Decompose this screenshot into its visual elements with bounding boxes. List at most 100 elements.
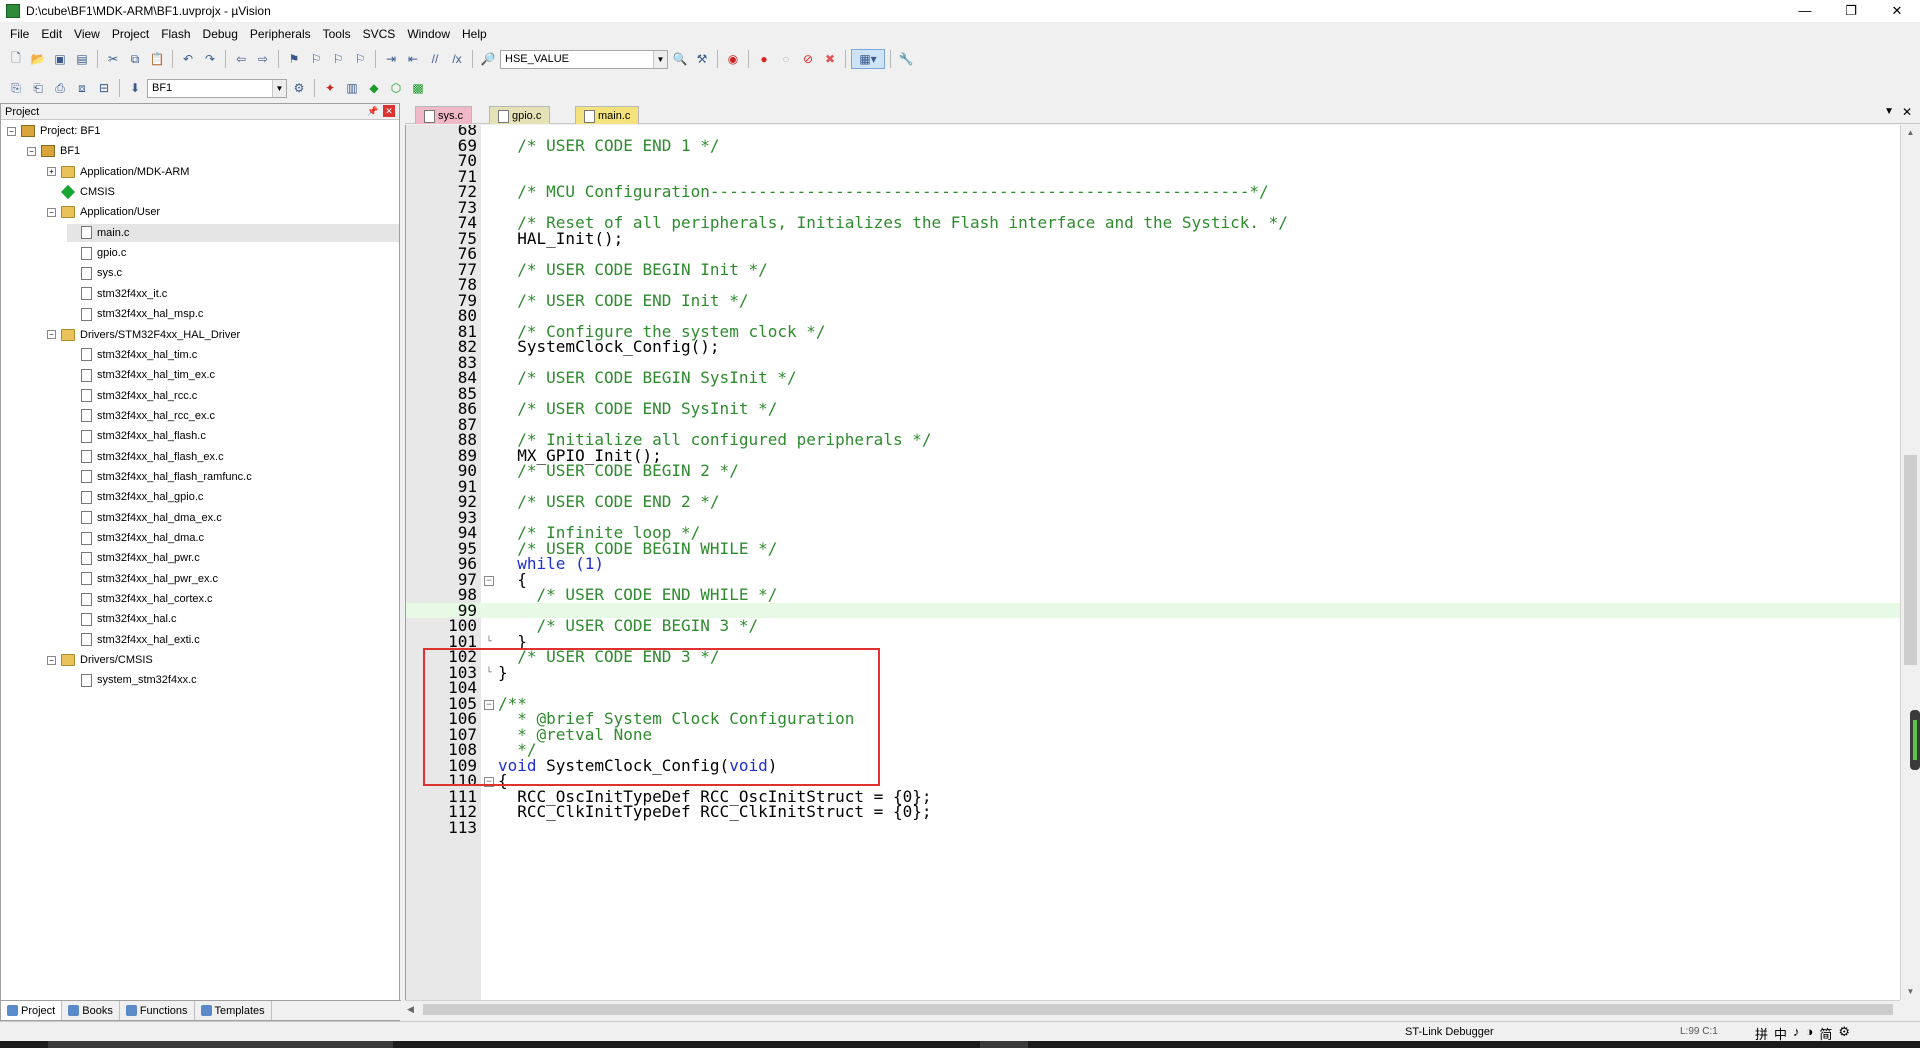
expand-icon[interactable]: + <box>47 167 56 177</box>
fold-collapse-icon[interactable]: − <box>484 699 494 710</box>
tree-item[interactable]: stm32f4xx_hal_exti.c <box>67 631 399 649</box>
tree-item[interactable]: stm32f4xx_hal_tim_ex.c <box>67 366 399 384</box>
editor-tab-main[interactable]: main.c <box>575 106 640 124</box>
bookmark-next-icon[interactable]: ⚐ <box>328 49 348 69</box>
tree-item[interactable]: CMSIS <box>47 183 399 201</box>
chevron-down-icon[interactable]: ▼ <box>653 50 667 68</box>
menu-view[interactable]: View <box>68 27 106 41</box>
pack-installer-icon[interactable]: ▩ <box>408 78 428 98</box>
insert-breakpoint-icon[interactable]: ● <box>754 49 774 69</box>
run-time-environment-icon[interactable]: ⬡ <box>386 78 406 98</box>
taskbar-item[interactable] <box>48 1041 393 1048</box>
navigate-back-icon[interactable]: ⇦ <box>231 49 251 69</box>
select-pack-icon[interactable]: ◆ <box>364 78 384 98</box>
tree-item[interactable]: − BF1 <box>27 142 399 160</box>
editor-tab-gpio[interactable]: gpio.c <box>489 106 551 124</box>
panel-tab-project[interactable]: Project <box>1 1001 63 1020</box>
horizontal-scrollbar[interactable]: ◀ <box>405 1000 1900 1017</box>
minimize-button[interactable]: — <box>1782 0 1828 22</box>
code-line[interactable]: 77 /* USER CODE BEGIN Init */ <box>406 261 1900 278</box>
fold-collapse-icon[interactable]: − <box>484 575 494 586</box>
tab-list-dropdown-icon[interactable]: ▼ <box>1884 106 1894 117</box>
code-line[interactable]: 96 while (1) <box>406 556 1900 572</box>
menu-help[interactable]: Help <box>456 27 493 41</box>
code-line[interactable]: 74 /* Reset of all peripherals, Initiali… <box>406 215 1900 231</box>
panel-tab-templates[interactable]: Templates <box>195 1001 272 1020</box>
tree-item[interactable]: stm32f4xx_hal_flash_ex.c <box>67 448 399 466</box>
tree-item[interactable]: stm32f4xx_hal_cortex.c <box>67 590 399 608</box>
tree-item[interactable]: stm32f4xx_hal_dma.c <box>67 529 399 547</box>
code-line[interactable]: 95 /* USER CODE BEGIN WHILE */ <box>406 540 1900 557</box>
target-options-icon[interactable]: ⚙ <box>289 78 309 98</box>
menu-flash[interactable]: Flash <box>155 27 196 41</box>
rebuild-icon[interactable]: ⎙ <box>50 78 70 98</box>
translate-icon[interactable]: ⎘ <box>6 78 26 98</box>
tree-item[interactable]: stm32f4xx_hal_gpio.c <box>67 488 399 506</box>
code-line[interactable]: 112 RCC_ClkInitTypeDef RCC_ClkInitStruct… <box>406 804 1900 820</box>
code-line[interactable]: 86 /* USER CODE END SysInit */ <box>406 401 1900 417</box>
download-load-icon[interactable]: ⬇ <box>125 78 145 98</box>
scroll-thumb[interactable] <box>1904 455 1917 665</box>
menu-svcs[interactable]: SVCS <box>357 27 402 41</box>
collapse-icon[interactable]: − <box>47 655 56 665</box>
tree-item[interactable]: stm32f4xx_hal_pwr.c <box>67 549 399 567</box>
close-button[interactable]: ✕ <box>1874 0 1920 22</box>
tree-item[interactable]: + Application/MDK-ARM <box>47 163 399 181</box>
tree-item[interactable]: stm32f4xx_it.c <box>67 285 399 303</box>
tree-item[interactable]: stm32f4xx_hal.c <box>67 610 399 628</box>
collapse-icon[interactable]: − <box>47 330 56 339</box>
code-line[interactable]: 84 /* USER CODE BEGIN SysInit */ <box>406 370 1900 386</box>
configure-wrench-icon[interactable]: 🔧 <box>896 49 916 69</box>
indent-icon[interactable]: ⇥ <box>381 49 401 69</box>
code-line[interactable]: 113 <box>406 819 1900 836</box>
tree-item[interactable]: sys.c <box>67 264 399 282</box>
tree-item[interactable]: main.c <box>67 223 399 242</box>
incremental-find-icon[interactable]: 🔍 <box>670 49 690 69</box>
code-editor[interactable]: 68 69 /* USER CODE END 1 */70 71 72 /* MCU … <box>405 125 1900 1000</box>
menu-file[interactable]: File <box>4 27 35 41</box>
code-line[interactable]: 79 /* USER CODE END Init */ <box>406 292 1900 309</box>
menu-window[interactable]: Window <box>401 27 456 41</box>
menu-debug[interactable]: Debug <box>197 27 244 41</box>
save-all-icon[interactable]: ▤ <box>72 49 92 69</box>
tree-item[interactable]: − Drivers/STM32F4xx_HAL_Driver <box>47 326 399 344</box>
side-handle[interactable] <box>1910 710 1920 770</box>
code-line[interactable]: 75 HAL_Init(); <box>406 230 1900 247</box>
bookmark-insert-icon[interactable]: ⚑ <box>284 49 304 69</box>
tree-item[interactable]: stm32f4xx_hal_flash.c <box>67 427 399 445</box>
chevron-down-icon[interactable]: ▼ <box>272 79 286 97</box>
cut-icon[interactable]: ✂ <box>103 49 123 69</box>
taskbar-item[interactable] <box>980 1041 1028 1048</box>
tree-item[interactable]: stm32f4xx_hal_dma_ex.c <box>67 509 399 527</box>
menu-peripherals[interactable]: Peripherals <box>244 27 317 41</box>
editor-tab-sys[interactable]: sys.c <box>415 106 473 124</box>
code-line[interactable]: 103 └} <box>406 664 1900 681</box>
tree-item[interactable]: stm32f4xx_hal_msp.c <box>67 305 399 323</box>
tree-item[interactable]: − Project: BF1 <box>7 122 399 140</box>
close-tab-icon[interactable]: ✕ <box>1902 105 1912 119</box>
find-combo[interactable]: HSE_VALUE ▼ <box>500 49 668 69</box>
panel-tab-books[interactable]: Books <box>62 1001 120 1020</box>
tree-item[interactable]: stm32f4xx_hal_pwr_ex.c <box>67 570 399 588</box>
find-in-files-icon[interactable]: 🔎 <box>478 49 498 69</box>
new-file-icon[interactable]: 🗋 <box>6 49 26 69</box>
code-line[interactable]: 104 <box>406 680 1900 696</box>
navigate-forward-icon[interactable]: ⇨ <box>253 49 273 69</box>
code-line[interactable]: 92 /* USER CODE END 2 */ <box>406 494 1900 510</box>
bookmark-clear-icon[interactable]: ⚐ <box>350 49 370 69</box>
code-line[interactable]: 107 * @retval None <box>406 726 1900 743</box>
target-combo[interactable]: BF1 ▼ <box>147 78 287 98</box>
copy-icon[interactable]: ⧉ <box>125 49 145 69</box>
code-line[interactable]: 82 SystemClock_Config(); <box>406 339 1900 355</box>
uncomment-icon[interactable]: /x <box>447 49 467 69</box>
manage-components-icon[interactable]: ✦ <box>320 78 340 98</box>
code-line[interactable]: 98 /* USER CODE END WHILE */ <box>406 587 1900 603</box>
kill-all-breakpoints-icon[interactable]: ✖ <box>820 49 840 69</box>
code-line[interactable]: 109 void SystemClock_Config(void) <box>406 757 1900 773</box>
paste-icon[interactable]: 📋 <box>147 49 167 69</box>
code-line[interactable]: 100 /* USER CODE BEGIN 3 */ <box>406 618 1900 634</box>
tree-item[interactable]: system_stm32f4xx.c <box>67 671 399 689</box>
vertical-scrollbar[interactable]: ▲ ▼ <box>1900 125 1920 1000</box>
code-line[interactable]: 72 /* MCU Configuration-----------------… <box>406 184 1900 200</box>
undo-icon[interactable]: ↶ <box>178 49 198 69</box>
